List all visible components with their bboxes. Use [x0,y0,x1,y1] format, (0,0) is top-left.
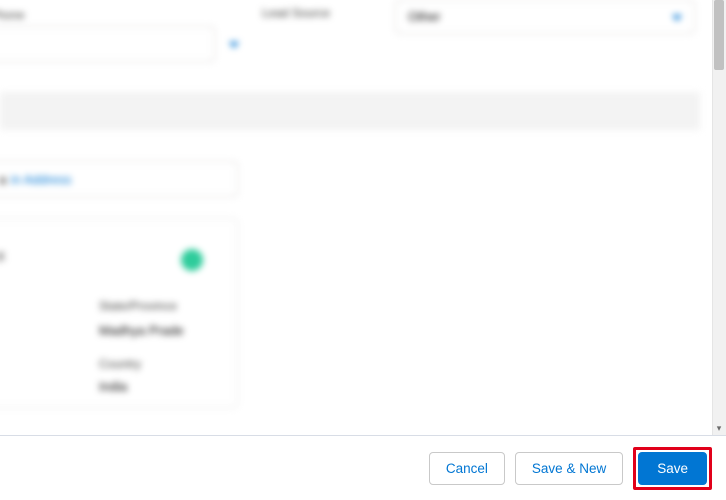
save-button[interactable]: Save [638,452,707,485]
map-pin-icon [181,249,203,271]
country-label: Country [99,357,141,371]
vertical-scrollbar[interactable]: ▾ [712,0,726,435]
lead-source-value: Other [408,9,441,24]
form-scroll-area: Phone Lead Source Other a in Address [0,0,712,435]
state-label: State/Province [99,299,177,313]
phone-field-label: Phone [0,8,25,22]
address-summary-line: y, [0,247,6,262]
scrollbar-thumb[interactable] [714,0,724,70]
save-button-highlight: Save [633,447,712,490]
save-and-new-button[interactable]: Save & New [515,452,623,485]
form-body-blurred: Phone Lead Source Other a in Address [0,0,712,435]
scrollbar-down-arrow-icon[interactable]: ▾ [714,423,724,433]
cancel-button[interactable]: Cancel [429,452,505,485]
modal-viewport: Phone Lead Source Other a in Address [0,0,726,500]
country-value: India [99,379,127,394]
phone-input[interactable] [0,26,215,62]
lead-source-label: Lead Source [262,6,330,20]
state-value: Madhya Prade [99,323,184,338]
address-lookup-text: a in Address [0,171,71,189]
chevron-down-icon [672,15,682,21]
lead-source-select[interactable]: Other [395,0,695,34]
section-header [0,92,700,130]
chevron-down-icon [229,42,239,48]
address-map-panel: y, State/Province Madhya Prade Country I… [0,218,238,408]
address-lookup-input[interactable]: a in Address [0,161,238,197]
modal-footer: Cancel Save & New Save [0,435,726,500]
